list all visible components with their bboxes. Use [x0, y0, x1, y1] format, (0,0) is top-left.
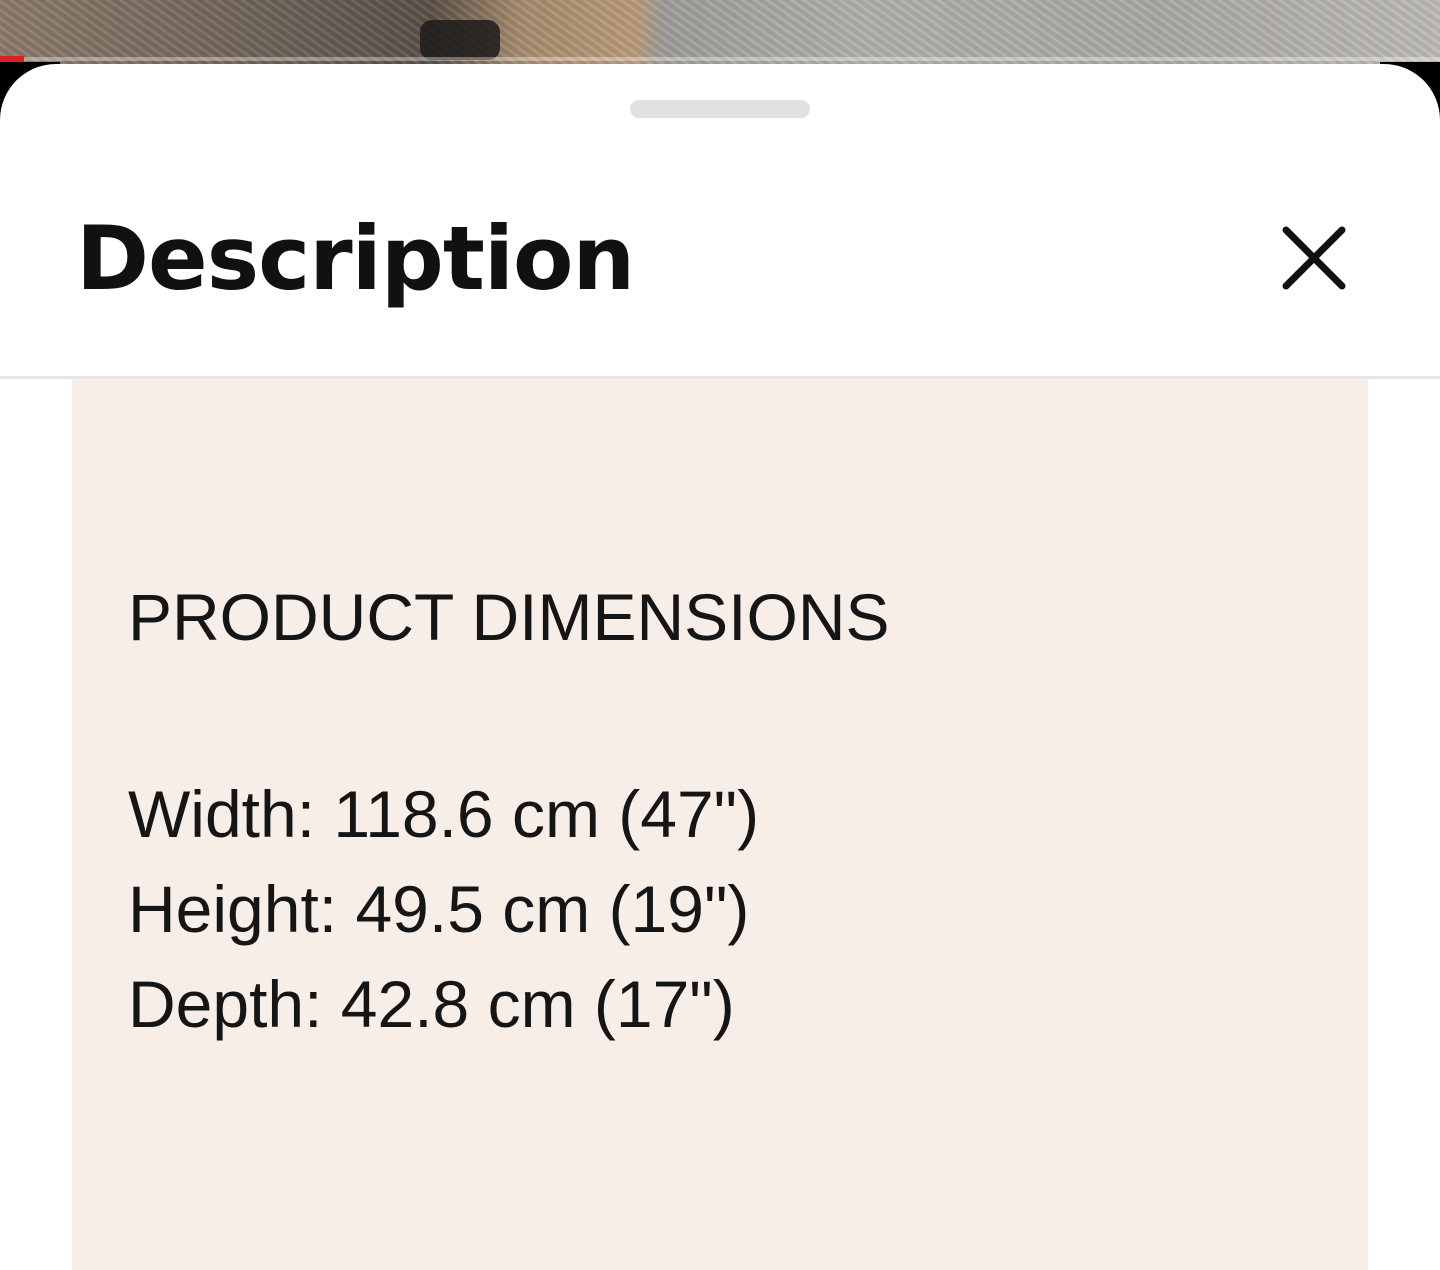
- description-sheet: Description PRODUCT DIMENSIONS Width: 11…: [0, 64, 1440, 1270]
- dimension-height: Height: 49.5 cm (19"): [128, 872, 750, 946]
- screen: Description PRODUCT DIMENSIONS Width: 11…: [0, 0, 1440, 1270]
- video-progress-track: [24, 57, 1440, 61]
- sheet-header: Description: [0, 64, 1440, 379]
- close-icon: [1282, 226, 1346, 290]
- dimension-depth: Depth: 42.8 cm (17"): [128, 967, 735, 1041]
- product-dimensions-heading: PRODUCT DIMENSIONS: [128, 580, 890, 654]
- close-button[interactable]: [1266, 210, 1362, 306]
- dimensions-list: Width: 118.6 cm (47") Height: 49.5 cm (1…: [128, 767, 759, 1052]
- description-content: PRODUCT DIMENSIONS Width: 118.6 cm (47")…: [72, 379, 1368, 1270]
- background-image-detail: [420, 20, 500, 60]
- sheet-title: Description: [76, 207, 635, 310]
- dimension-width: Width: 118.6 cm (47"): [128, 777, 760, 851]
